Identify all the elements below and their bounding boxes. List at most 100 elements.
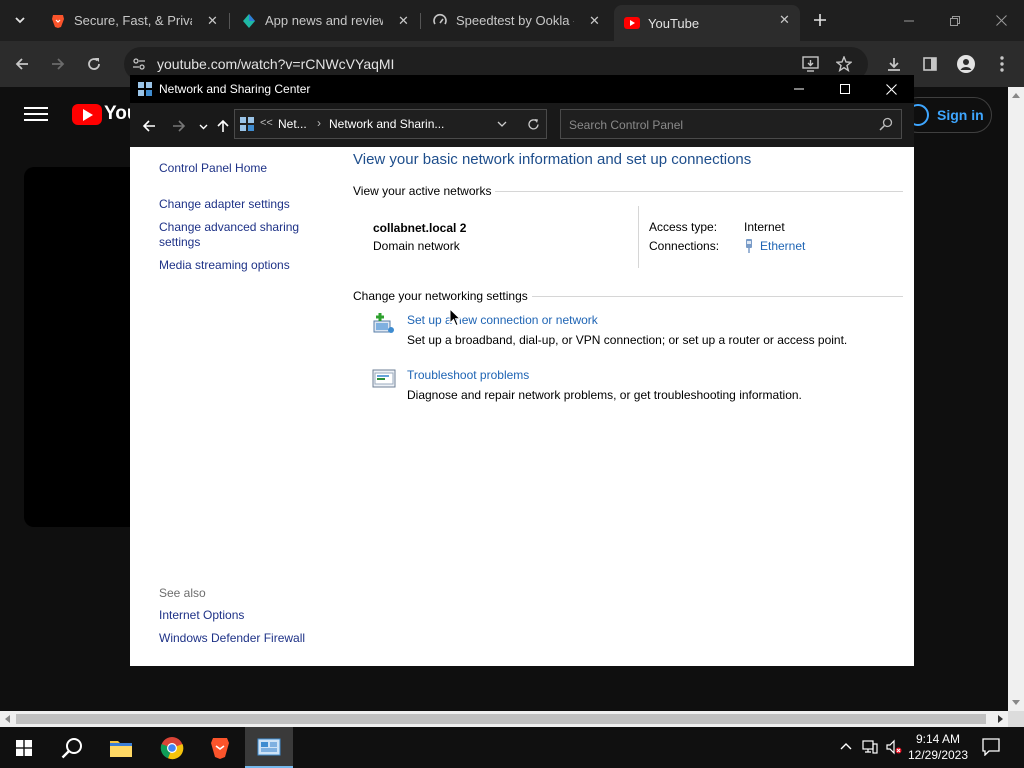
section-divider (495, 191, 903, 192)
new-connection-icon[interactable] (372, 313, 396, 335)
tab-youtube[interactable]: YouTube ✕ (614, 5, 800, 41)
scroll-down-icon[interactable] (1012, 700, 1020, 705)
window-close-button[interactable] (868, 75, 914, 103)
control-panel-search-box[interactable] (560, 109, 902, 139)
change-adapter-settings-link[interactable]: Change adapter settings (159, 197, 329, 212)
bookmark-star-icon[interactable] (836, 56, 852, 72)
downloads-button[interactable] (880, 50, 908, 78)
youtube-logo-icon[interactable] (72, 104, 102, 125)
explorer-navigation-bar: << Net... › Network and Sharin... (130, 103, 914, 147)
reload-button[interactable] (80, 50, 108, 78)
browser-menu-button[interactable] (988, 50, 1016, 78)
scrollbar-thumb[interactable] (16, 714, 986, 724)
plus-icon (814, 14, 826, 26)
search-icon (61, 737, 82, 758)
tab-brave[interactable]: Secure, Fast, & Private ✕ (40, 6, 228, 35)
troubleshoot-icon[interactable] (372, 368, 396, 390)
system-clock[interactable]: 9:14 AM 12/29/2023 (900, 731, 976, 763)
new-tab-button[interactable] (808, 8, 832, 32)
breadcrumb-separator-icon[interactable]: › (317, 116, 321, 130)
nav-back-button[interactable] (138, 115, 160, 137)
network-divider (638, 206, 639, 268)
arrow-right-icon (52, 58, 65, 70)
scroll-up-icon[interactable] (1012, 93, 1020, 98)
mouse-cursor-icon (449, 308, 461, 327)
profile-button[interactable] (952, 50, 980, 78)
back-button[interactable] (8, 50, 36, 78)
network-tray-button[interactable] (862, 739, 878, 755)
control-panel-home-link[interactable]: Control Panel Home (159, 161, 329, 176)
network-monitor-icon (862, 740, 878, 754)
control-panel-address-bar[interactable]: << Net... › Network and Sharin... (234, 109, 547, 139)
horizontal-scrollbar[interactable] (0, 711, 1008, 727)
windows-defender-firewall-link[interactable]: Windows Defender Firewall (159, 631, 329, 646)
show-hidden-icons-button[interactable] (838, 739, 854, 755)
taskbar-brave[interactable] (196, 727, 244, 768)
breadcrumb-network[interactable]: Net... (278, 117, 307, 131)
search-icon[interactable] (879, 117, 893, 131)
network-sharing-center-window: Network and Sharing Center << Net... › N… (130, 75, 914, 666)
profile-avatar-icon (957, 55, 975, 73)
network-name: collabnet.local 2 (373, 221, 467, 235)
up-level-button[interactable] (212, 115, 234, 137)
scroll-right-icon[interactable] (998, 715, 1003, 723)
change-advanced-sharing-link[interactable]: Change advanced sharing settings (159, 220, 309, 250)
notification-center-icon[interactable] (982, 738, 1000, 756)
setup-connection-description: Set up a broadband, dial-up, or VPN conn… (407, 333, 848, 347)
media-streaming-options-link[interactable]: Media streaming options (159, 258, 329, 273)
troubleshoot-problems-link[interactable]: Troubleshoot problems (407, 368, 529, 382)
browser-close-button[interactable] (978, 0, 1024, 41)
tab-separator (420, 13, 421, 29)
search-input[interactable] (569, 116, 869, 134)
download-icon (888, 58, 900, 71)
maximize-icon (840, 84, 850, 94)
site-info-icon[interactable] (132, 57, 146, 71)
install-app-icon[interactable] (802, 56, 819, 72)
browser-tab-strip: Secure, Fast, & Private ✕ App news and r… (0, 0, 1024, 41)
recent-locations-button[interactable] (192, 115, 214, 137)
access-type-value: Internet (744, 220, 785, 234)
taskbar-file-explorer[interactable] (97, 727, 145, 768)
close-icon[interactable]: ✕ (205, 13, 220, 28)
access-type-label: Access type: (649, 220, 718, 234)
vertical-scrollbar[interactable] (1008, 87, 1024, 711)
forward-button[interactable] (44, 50, 72, 78)
close-icon[interactable]: ✕ (777, 12, 792, 27)
refresh-button[interactable] (525, 116, 541, 132)
internet-options-link[interactable]: Internet Options (159, 608, 329, 623)
taskbar-chrome[interactable] (148, 727, 196, 768)
scroll-left-icon[interactable] (5, 715, 10, 723)
start-button[interactable] (0, 727, 48, 768)
minimize-icon (794, 88, 804, 90)
brave-lion-icon (211, 737, 229, 759)
browser-minimize-button[interactable] (886, 0, 932, 41)
tab-search-button[interactable] (8, 8, 32, 32)
hamburger-menu-icon[interactable] (24, 104, 48, 124)
window-title-bar[interactable]: Network and Sharing Center (130, 75, 914, 103)
setup-connection-link[interactable]: Set up a new connection or network (407, 313, 598, 327)
section-divider (532, 296, 903, 297)
browser-restore-button[interactable] (932, 0, 978, 41)
close-icon[interactable]: ✕ (587, 13, 602, 28)
sign-in-label: Sign in (937, 107, 984, 123)
breadcrumb-network-sharing[interactable]: Network and Sharin... (329, 117, 444, 131)
close-icon[interactable]: ✕ (396, 13, 411, 28)
breadcrumb-overflow[interactable]: << (260, 117, 273, 129)
address-history-button[interactable] (494, 116, 510, 132)
tab-app-news[interactable]: App news and reviews ✕ (231, 6, 419, 35)
tab-speedtest[interactable]: Speedtest by Ookla - T ✕ (422, 6, 610, 35)
window-maximize-button[interactable] (822, 75, 868, 103)
control-panel-icon (240, 117, 254, 131)
network-center-icon (138, 82, 152, 96)
ethernet-connection-link[interactable]: Ethernet (744, 239, 805, 253)
refresh-icon (527, 118, 539, 129)
taskbar-search-button[interactable] (48, 727, 96, 768)
see-also-label: See also (159, 586, 206, 600)
tab-separator (229, 13, 230, 29)
ethernet-link-text[interactable]: Ethernet (760, 239, 805, 253)
windows-logo-icon (16, 739, 32, 756)
side-panel-button[interactable] (916, 50, 944, 78)
window-minimize-button[interactable] (776, 75, 822, 103)
taskbar-control-panel[interactable] (245, 727, 293, 768)
nav-forward-button[interactable] (168, 115, 190, 137)
